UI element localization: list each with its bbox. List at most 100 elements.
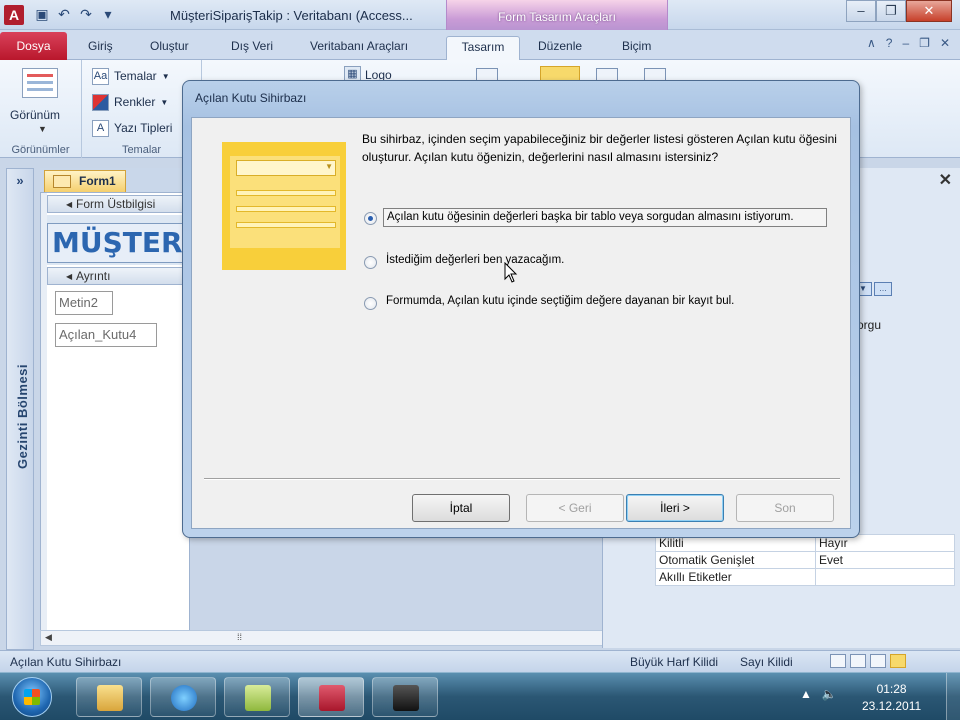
show-hidden-icons-icon[interactable]: ▲ <box>800 687 812 701</box>
customize-qat-icon[interactable]: ▾ <box>100 6 116 22</box>
taskbar-internet-explorer[interactable] <box>150 677 216 717</box>
maximize-button[interactable]: ❐ <box>876 0 906 22</box>
num-lock-indicator: Sayı Kilidi <box>740 655 793 669</box>
ribbon-help-area: ∧ ? – ❐ ✕ <box>867 36 950 50</box>
property-sheet-close-icon[interactable]: ✕ <box>939 170 952 190</box>
tab-database-tools[interactable]: Veritabanı Araçları <box>304 36 414 60</box>
view-switcher <box>830 654 906 668</box>
dialog-body: Bu sihirbaz, içinden seçim yapabileceğin… <box>191 117 851 529</box>
minimize-ribbon-icon[interactable]: ∧ <box>867 36 876 50</box>
detail-section-bar[interactable]: Ayrıntı <box>47 267 189 285</box>
datasheet-view-button[interactable] <box>850 654 866 668</box>
option-from-table[interactable]: Açılan kutu öğesinin değerleri başka bir… <box>364 208 827 227</box>
tab-create[interactable]: Oluştur <box>144 36 195 60</box>
clock[interactable]: 01:28 23.12.2011 <box>862 681 921 715</box>
navigation-pane[interactable]: » Gezinti Bölmesi <box>6 168 34 650</box>
finish-button[interactable]: Son <box>736 494 834 522</box>
tab-home[interactable]: Giriş <box>82 36 119 60</box>
minimize-button[interactable]: – <box>846 0 876 22</box>
form-view-icon[interactable] <box>22 68 58 98</box>
status-text: Açılan Kutu Sihirbazı <box>10 655 122 669</box>
form-view-button[interactable] <box>830 654 846 668</box>
view-dropdown-icon[interactable]: ▼ <box>38 124 47 134</box>
title-bar: A ▣ ↶ ↷ ▾ MüşteriSiparişTakip : Veritaba… <box>0 0 960 32</box>
dialog-separator <box>204 478 840 480</box>
form-design-surface[interactable]: Form Üstbilgisi MÜŞTERİ L Ayrıntı Metin2… <box>40 192 190 632</box>
fonts-icon: A <box>92 119 109 137</box>
form-header-section-bar[interactable]: Form Üstbilgisi <box>47 195 189 213</box>
themes-label: Temalar <box>114 69 157 83</box>
show-desktop-button[interactable] <box>946 673 960 720</box>
access-app-icon[interactable]: A <box>4 5 24 25</box>
radio-find-record[interactable] <box>364 297 377 310</box>
option-type-values[interactable]: İstediğim değerleri ben yazacağım. <box>364 252 567 269</box>
windows-taskbar: ▲ 🔈 01:28 23.12.2011 <box>0 672 960 720</box>
expand-nav-icon[interactable]: » <box>7 173 33 188</box>
volume-icon[interactable]: 🔈 <box>822 687 837 701</box>
fonts-button[interactable]: A Yazı Tipleri <box>92 118 172 138</box>
property-build-icon[interactable]: … <box>874 282 892 296</box>
mouse-cursor-icon <box>504 262 518 283</box>
next-button[interactable]: İleri > <box>626 494 724 522</box>
clock-date: 23.12.2011 <box>862 699 922 713</box>
layout-view-button[interactable] <box>870 654 886 668</box>
radio-type-values[interactable] <box>364 256 377 269</box>
views-group-label: Görünümler <box>11 144 70 156</box>
themes-button[interactable]: Aa Temalar ▼ <box>92 66 170 86</box>
cancel-button[interactable]: İptal <box>412 494 510 522</box>
scroll-thumb-grip-icon[interactable]: ⁞⁞ <box>237 632 242 642</box>
tab-arrange[interactable]: Düzenle <box>532 36 588 60</box>
option-from-table-label: Açılan kutu öğesinin değerleri başka bir… <box>383 208 827 227</box>
form-icon <box>53 175 71 188</box>
app-close-icon[interactable]: ✕ <box>940 36 950 50</box>
redo-icon[interactable]: ↷ <box>78 6 94 22</box>
wizard-illustration-line <box>236 190 336 196</box>
property-row[interactable]: Otomatik Genişlet Evet <box>655 551 955 569</box>
app-minimize-icon[interactable]: – <box>902 36 909 50</box>
colors-dropdown-icon: ▼ <box>160 97 169 107</box>
form-header-title-label[interactable]: MÜŞTERİ L <box>47 223 189 263</box>
notes-icon <box>245 685 271 711</box>
recorder-icon <box>393 685 419 711</box>
tab-external-data[interactable]: Dış Veri <box>225 36 279 60</box>
colors-label: Renkler <box>114 95 156 109</box>
form-horizontal-scrollbar[interactable]: ◀ ⁞⁞ ▶ <box>40 630 630 646</box>
views-group: Görünüm ▼ Görünümler <box>0 60 82 158</box>
taskbar-notes[interactable] <box>224 677 290 717</box>
view-button-label[interactable]: Görünüm <box>10 108 60 122</box>
colors-button[interactable]: Renkler ▼ <box>92 92 168 112</box>
textbox-control[interactable]: Metin2 <box>55 291 113 315</box>
design-view-button[interactable] <box>890 654 906 668</box>
taskbar-explorer[interactable] <box>76 677 142 717</box>
back-button[interactable]: < Geri <box>526 494 624 522</box>
property-table: Kilitli Hayır Otomatik Genişlet Evet Akı… <box>655 534 955 586</box>
fonts-label: Yazı Tipleri <box>114 121 173 135</box>
taskbar-access[interactable] <box>298 677 364 717</box>
status-indicators: Büyük Harf Kilidi Sayı Kilidi <box>630 655 793 669</box>
window-title: MüşteriSiparişTakip : Veritabanı (Access… <box>170 8 413 23</box>
start-button[interactable] <box>12 677 52 717</box>
help-icon[interactable]: ? <box>886 36 893 50</box>
undo-icon[interactable]: ↶ <box>56 6 72 22</box>
tab-file[interactable]: Dosya <box>0 32 67 60</box>
option-find-record[interactable]: Formumda, Açılan kutu içinde seçtiğim de… <box>364 293 737 310</box>
scroll-left-icon[interactable]: ◀ <box>45 632 52 643</box>
themes-dropdown-icon: ▼ <box>161 71 170 81</box>
tab-design[interactable]: Tasarım <box>446 36 520 60</box>
ribbon-tabs: Dosya Giriş Oluştur Dış Veri Veritabanı … <box>0 30 960 60</box>
close-button[interactable]: ✕ <box>906 0 952 22</box>
tab-format[interactable]: Biçim <box>616 36 657 60</box>
app-restore-icon[interactable]: ❐ <box>919 36 930 50</box>
combobox-control[interactable]: Açılan_Kutu4 <box>55 323 157 347</box>
radio-from-table[interactable] <box>364 212 377 225</box>
tab-form1[interactable]: Form1 <box>44 170 126 192</box>
wizard-illustration-line <box>236 206 336 212</box>
themes-icon: Aa <box>92 67 109 85</box>
save-icon[interactable]: ▣ <box>34 6 50 22</box>
form-tab-label: Form1 <box>79 174 116 188</box>
dialog-title: Açılan Kutu Sihirbazı <box>195 91 307 105</box>
taskbar-camtasia[interactable] <box>372 677 438 717</box>
navigation-pane-label: Gezinti Bölmesi <box>15 363 30 469</box>
property-row[interactable]: Akıllı Etiketler <box>655 568 955 586</box>
status-bar: Açılan Kutu Sihirbazı Büyük Harf Kilidi … <box>0 650 960 672</box>
